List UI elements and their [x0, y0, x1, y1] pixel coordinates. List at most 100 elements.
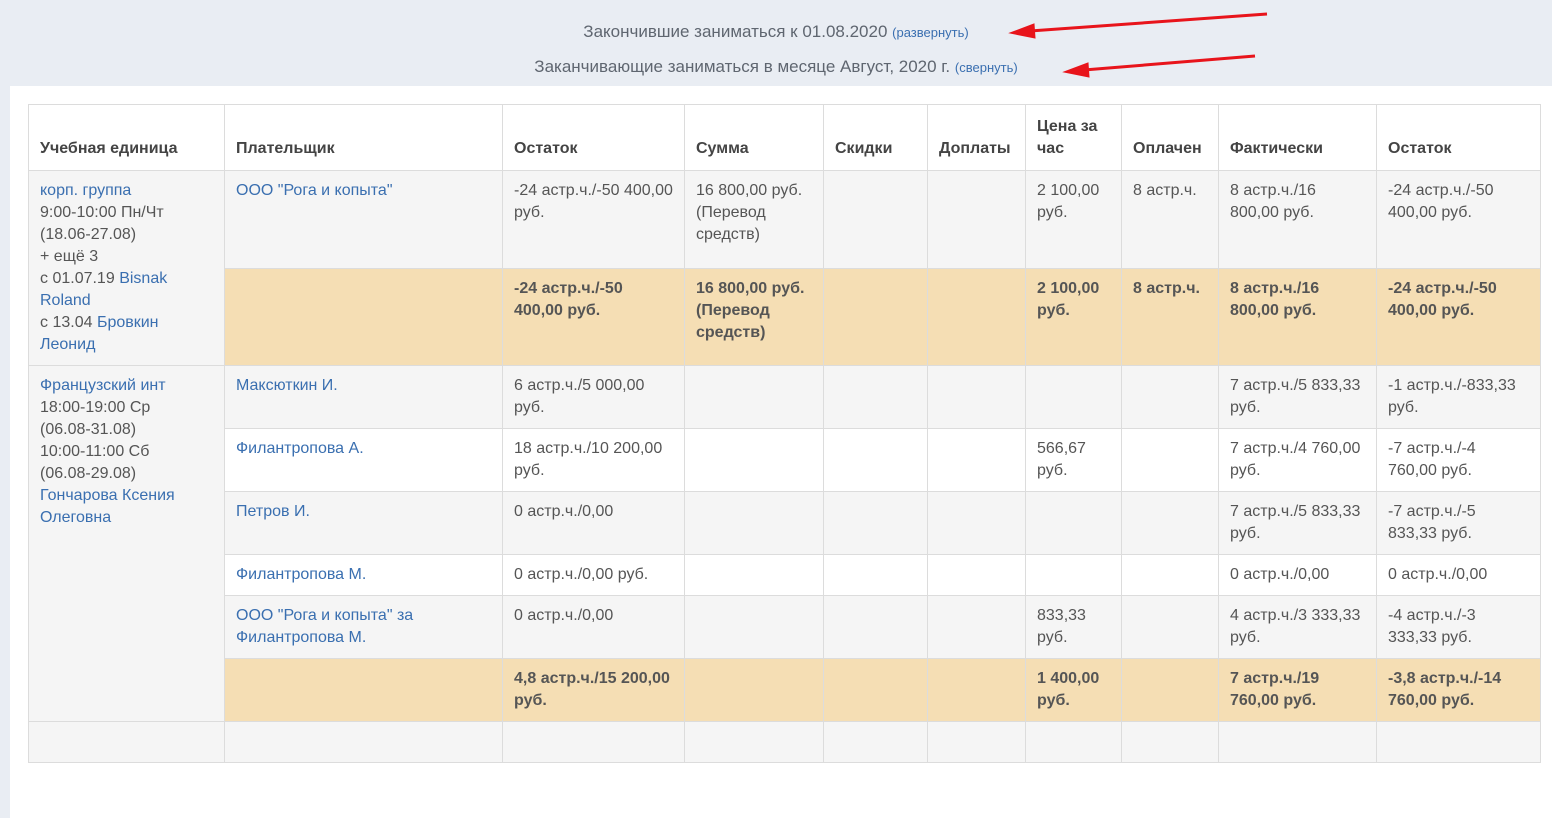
total-remainder: -3,8 астр.ч./-14 760,00 руб.: [1376, 658, 1541, 722]
report-table: Учебная единица Плательщик Остаток Сумма Ски…: [28, 104, 1541, 763]
total-paid: [1121, 658, 1219, 722]
unit-schedule: (06.08-29.08): [40, 465, 137, 482]
unit-cell: корп. группа 9:00-10:00 Пн/Чт (18.06-27.08…: [28, 170, 225, 366]
cell-payer: ООО "Рога и копыта": [224, 170, 503, 269]
cell-payer: ООО "Рога и копыта" за Филантропова М.: [224, 595, 503, 659]
cell-surcharges: [927, 365, 1026, 429]
unit-student: с 13.04 Бровкин Леонид: [40, 312, 213, 356]
student-since: с 13.04: [40, 314, 93, 331]
total-balance: -24 астр.ч./-50 400,00 руб.: [502, 267, 685, 366]
cell-balance: 0 астр.ч./0,00: [502, 491, 685, 555]
cell-payer: Петров И.: [224, 491, 503, 555]
total-actual: 8 астр.ч./16 800,00 руб.: [1218, 267, 1377, 366]
collapse-link[interactable]: (свернуть): [955, 60, 1018, 75]
table-row: [28, 721, 1541, 763]
unit-schedule: (18.06-27.08): [40, 226, 137, 243]
cell-price: [1025, 554, 1122, 596]
cell-sum: [684, 365, 824, 429]
unit-schedule: (06.08-31.08): [40, 421, 137, 438]
column-header: Учебная единица: [28, 104, 225, 171]
cell-surcharges: [927, 170, 1026, 269]
cell-balance: -24 астр.ч./-50 400,00 руб.: [502, 170, 685, 269]
cell-remainder: -1 астр.ч./-833,33 руб.: [1376, 365, 1541, 429]
payer-link[interactable]: Филантропова А.: [236, 440, 364, 457]
cell-paid: [1121, 554, 1219, 596]
table-row: Филантропова М. 0 астр.ч./0,00 руб. 0 астр…: [29, 554, 1541, 596]
cell-actual: 8 астр.ч./16 800,00 руб.: [1218, 170, 1377, 269]
cell-remainder: -7 астр.ч./-4 760,00 руб.: [1376, 428, 1541, 492]
cell-sum: [684, 491, 824, 555]
empty-cell: [1025, 721, 1122, 763]
cell-remainder: -24 астр.ч./-50 400,00 руб.: [1376, 170, 1541, 269]
cell-discounts: [823, 428, 928, 492]
cell-discounts: [823, 170, 928, 269]
total-remainder: -24 астр.ч./-50 400,00 руб.: [1376, 267, 1541, 366]
column-header: Скидки: [823, 104, 928, 171]
column-header: Плательщик: [224, 104, 503, 171]
column-header: Сумма: [684, 104, 824, 171]
unit-name-link[interactable]: Французский инт: [40, 377, 166, 394]
cell-remainder: 0 астр.ч./0,00: [1376, 554, 1541, 596]
table-row: корп. группа 9:00-10:00 Пн/Чт (18.06-27.08…: [28, 170, 1541, 366]
total-balance: 4,8 астр.ч./15 200,00 руб.: [502, 658, 685, 722]
cell-sum: [684, 428, 824, 492]
empty-cell: [28, 721, 225, 763]
cell-sum: [684, 595, 824, 659]
empty-cell: [1376, 721, 1541, 763]
cell-paid: [1121, 428, 1219, 492]
total-paid: 8 астр.ч.: [1121, 267, 1219, 366]
cell-balance: 0 астр.ч./0,00: [502, 595, 685, 659]
cell-remainder: -7 астр.ч./-5 833,33 руб.: [1376, 491, 1541, 555]
unit-name-link[interactable]: корп. группа: [40, 182, 131, 199]
column-header: Доплаты: [927, 104, 1026, 171]
header-row: Учебная единица Плательщик Остаток Сумма Ски…: [28, 104, 1541, 171]
total-row: 4,8 астр.ч./15 200,00 руб. 1 400,00 руб. 7…: [29, 658, 1541, 722]
column-header: Оплачен: [1121, 104, 1219, 171]
total-price: 2 100,00 руб.: [1025, 267, 1122, 366]
cell-paid: 8 астр.ч.: [1121, 170, 1219, 269]
table-row: ООО "Рога и копыта" за Филантропова М. 0 …: [29, 595, 1541, 659]
table-row: Филантропова А. 18 астр.ч./10 200,00 руб.…: [29, 428, 1541, 492]
finished-header-text: Закончившие заниматься к 01.08.2020: [583, 22, 888, 41]
cell-paid: [1121, 365, 1219, 429]
payer-link[interactable]: ООО "Рога и копыта" за Филантропова М.: [236, 607, 413, 646]
unit-student: с 01.07.19 Bisnak Roland: [40, 268, 213, 312]
cell-paid: [1121, 491, 1219, 555]
unit-schedule: 18:00-19:00 Ср: [40, 399, 151, 416]
finishing-header-text: Заканчивающие заниматься в месяце Август…: [534, 57, 951, 76]
total-sum: 16 800,00 руб. (Перевод средств): [684, 267, 824, 366]
total-row: -24 астр.ч./-50 400,00 руб. 16 800,00 руб…: [29, 267, 1541, 366]
payer-link[interactable]: Петров И.: [236, 503, 310, 520]
total-discounts: [823, 267, 928, 366]
cell-surcharges: [927, 428, 1026, 492]
cell-balance: 6 астр.ч./5 000,00 руб.: [502, 365, 685, 429]
cell-payer: Филантропова М.: [224, 554, 503, 596]
cell-discounts: [823, 491, 928, 555]
unit-cell: Французский инт 18:00-19:00 Ср (06.08-31.0…: [28, 365, 225, 722]
empty-cell: [224, 721, 503, 763]
unit-schedule: + ещё 3: [40, 248, 99, 265]
empty-cell: [1121, 721, 1219, 763]
payer-link[interactable]: ООО "Рога и копыта": [236, 182, 393, 199]
report-panel: Учебная единица Плательщик Остаток Сумма Ски…: [10, 86, 1552, 818]
cell-actual: 4 астр.ч./3 333,33 руб.: [1218, 595, 1377, 659]
total-payer: [224, 658, 503, 722]
total-surcharges: [927, 658, 1026, 722]
cell-discounts: [823, 554, 928, 596]
payer-link[interactable]: Максюткин И.: [236, 377, 338, 394]
cell-price: 566,67 руб.: [1025, 428, 1122, 492]
column-header: Цена за час: [1025, 104, 1122, 171]
empty-cell: [684, 721, 824, 763]
payer-link[interactable]: Филантропова М.: [236, 566, 366, 583]
column-header: Остаток: [1376, 104, 1541, 171]
cell-actual: 7 астр.ч./5 833,33 руб.: [1218, 365, 1377, 429]
cell-discounts: [823, 595, 928, 659]
cell-actual: 7 астр.ч./5 833,33 руб.: [1218, 491, 1377, 555]
empty-cell: [823, 721, 928, 763]
teacher-link[interactable]: Гончарова Ксения Олеговна: [40, 487, 175, 526]
cell-balance: 0 астр.ч./0,00 руб.: [502, 554, 685, 596]
expand-link[interactable]: (развернуть): [892, 25, 969, 40]
cell-sum: 16 800,00 руб. (Перевод средств): [684, 170, 824, 269]
table-row: Петров И. 0 астр.ч./0,00 7 астр.ч./5 833,3…: [29, 491, 1541, 555]
empty-cell: [1218, 721, 1377, 763]
